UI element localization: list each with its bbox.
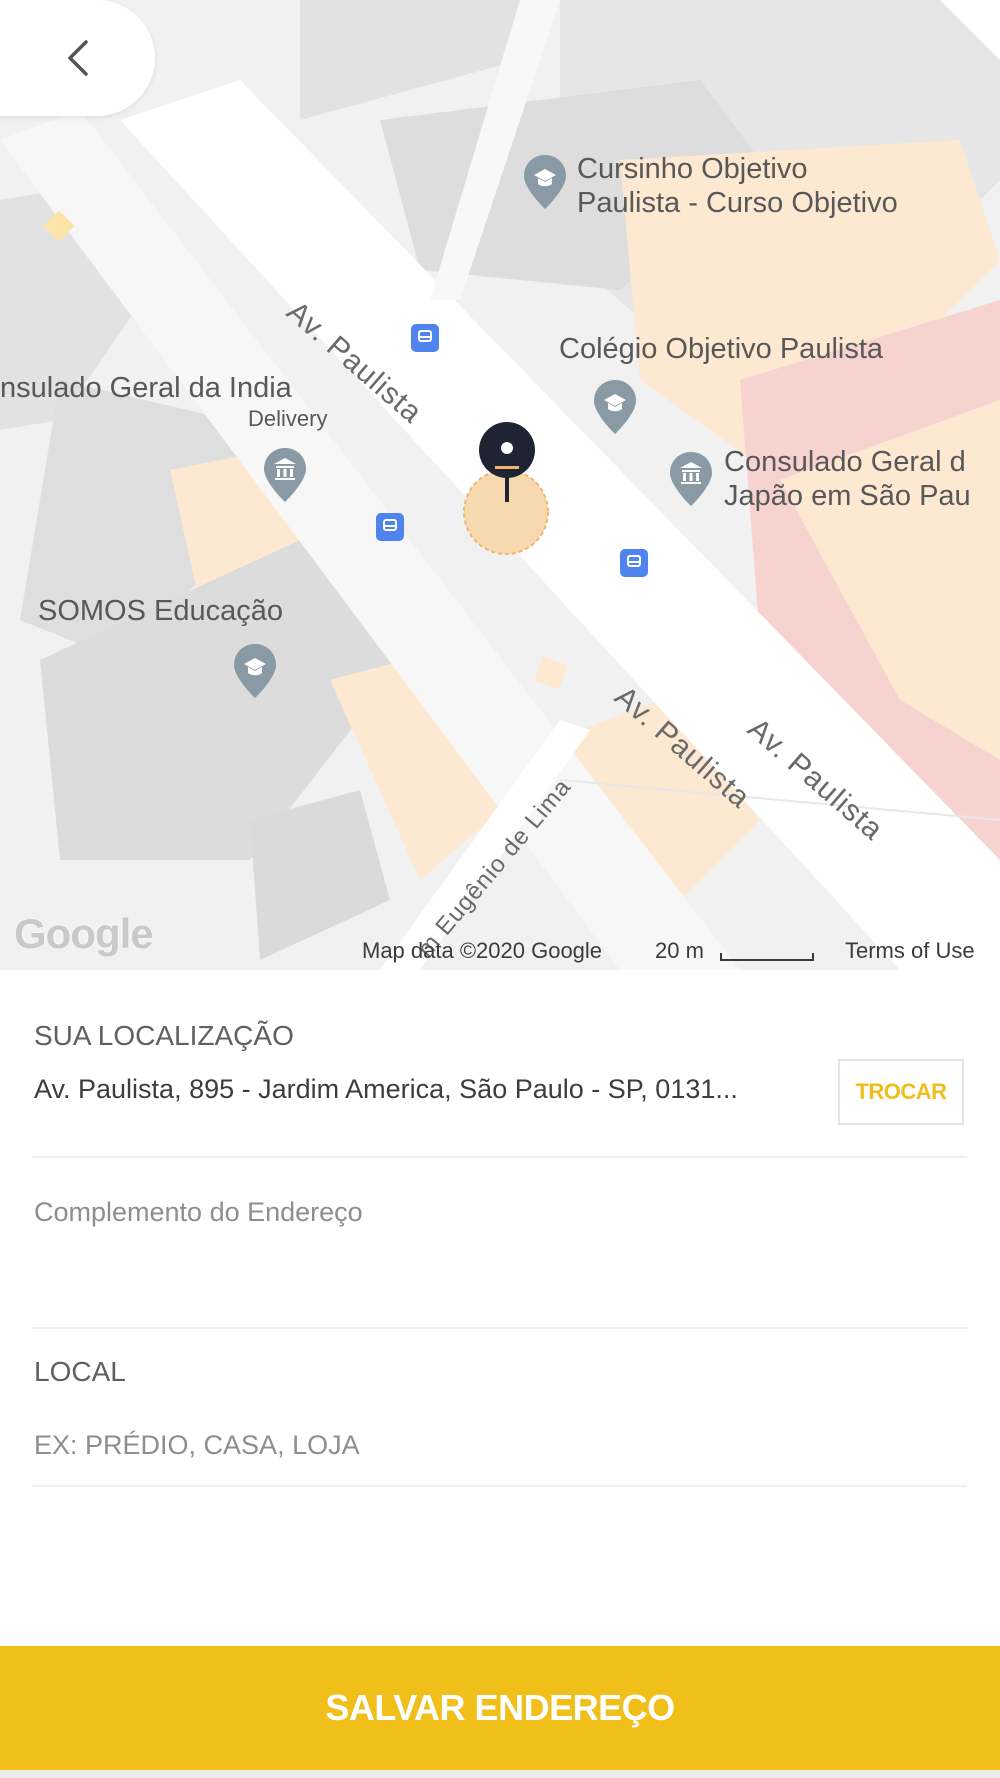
divider: [32, 1485, 967, 1487]
change-address-button[interactable]: TROCAR: [838, 1059, 964, 1125]
local-field[interactable]: EX: PRÉDIO, CASA, LOJA: [34, 1430, 969, 1461]
poi-label-consulado-india[interactable]: nsulado Geral da India: [0, 371, 292, 405]
bus-stop-icon[interactable]: [376, 513, 404, 541]
bottom-strip: [0, 1770, 1000, 1778]
poi-label-somos[interactable]: SOMOS Educação: [38, 594, 283, 628]
poi-label-colegio[interactable]: Colégio Objetivo Paulista: [559, 332, 883, 366]
terms-of-use-link[interactable]: Terms of Use: [845, 938, 975, 964]
poi-label-cursinho-line1: Cursinho Objetivo: [577, 153, 808, 185]
divider: [32, 1156, 967, 1158]
consulate-pin-icon[interactable]: [668, 450, 714, 508]
address-value: Av. Paulista, 895 - Jardim America, São …: [34, 1074, 738, 1104]
local-label: LOCAL: [34, 1356, 126, 1387]
complement-field[interactable]: Complemento do Endereço: [34, 1197, 969, 1317]
location-pin-icon[interactable]: [477, 420, 537, 510]
bus-stop-icon[interactable]: [411, 324, 439, 352]
google-logo: Google: [14, 910, 154, 957]
poi-label-consulado-japao-line1: Consulado Geral d: [724, 446, 966, 478]
poi-label-delivery: Delivery: [248, 406, 328, 431]
bus-stop-icon[interactable]: [620, 549, 648, 577]
map-view[interactable]: Cursinho Objetivo Paulista - Curso Objet…: [0, 0, 1000, 970]
school-pin-icon[interactable]: [232, 642, 278, 700]
location-label: SUA LOCALIZAÇÃO: [34, 1020, 294, 1051]
screen: Cursinho Objetivo Paulista - Curso Objet…: [0, 0, 1000, 1778]
school-pin-icon[interactable]: [592, 378, 638, 436]
school-pin-icon[interactable]: [522, 153, 568, 211]
map-scale-label: 20 m: [655, 938, 704, 963]
map-data-attribution: Map data ©2020 Google: [362, 938, 603, 963]
poi-label-cursinho[interactable]: Cursinho Objetivo Paulista - Curso Objet…: [577, 152, 898, 220]
poi-label-consulado-japao-line2: Japão em São Pau: [724, 480, 971, 512]
poi-label-cursinho-line2: Paulista - Curso Objetivo: [577, 187, 898, 219]
poi-label-consulado-japao[interactable]: Consulado Geral d Japão em São Pau: [724, 445, 971, 513]
consulate-pin-icon[interactable]: [262, 446, 308, 504]
map-scale-bar: [720, 953, 814, 961]
divider: [32, 1327, 967, 1329]
save-address-button[interactable]: SALVAR ENDEREÇO: [0, 1646, 1000, 1770]
back-button[interactable]: [0, 0, 155, 116]
